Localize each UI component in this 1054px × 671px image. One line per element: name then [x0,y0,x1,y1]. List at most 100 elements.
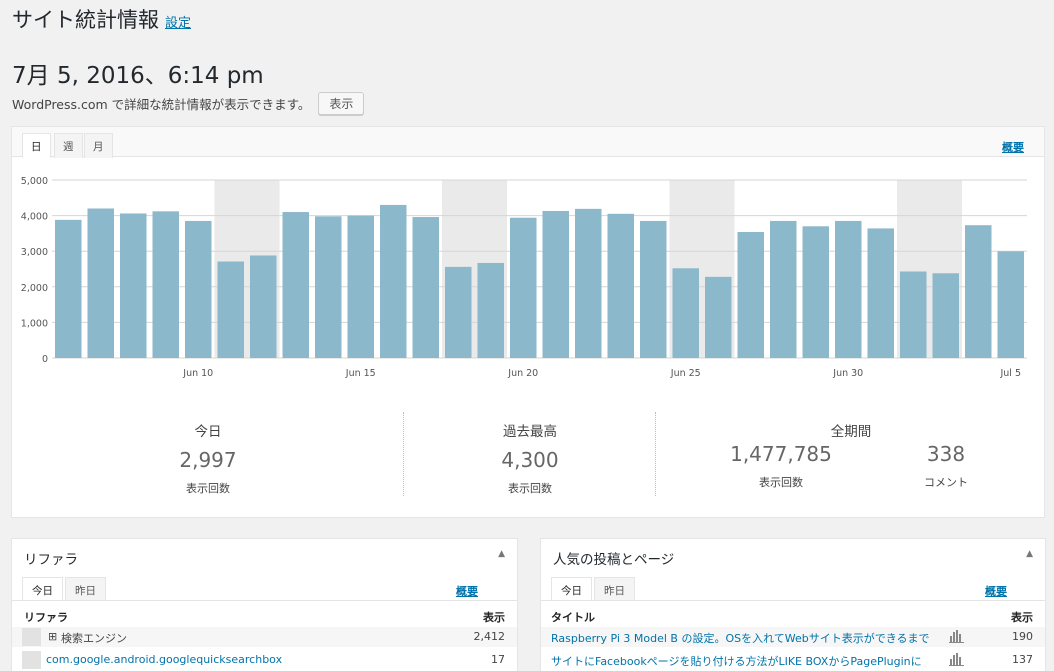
notice: WordPress.com で詳細な統計情報が表示できます。 表示 [12,92,365,115]
stats-chart-icon[interactable] [949,652,964,666]
table-row: com.google.android.googlequicksearchbox … [12,650,517,670]
bar [445,266,472,358]
bar [672,268,699,358]
kpi-today-unit: 表示回数 [186,482,230,495]
referrer-link[interactable]: com.google.android.googlequicksearchbox [46,653,282,666]
kpi-all-views-value: 1,477,785 [730,442,832,466]
x-tick-label: Jul 5 [999,368,1021,379]
bar [347,215,374,358]
kpi-all-comments: 338 コメント [891,434,1001,490]
bar [315,216,342,358]
bar [217,261,244,358]
bar [510,217,537,358]
x-tick-label: Jun 30 [832,368,863,379]
collapse-arrow-icon[interactable]: ▲ [1026,549,1033,559]
bar [997,251,1024,358]
stats-chart-icon[interactable] [949,629,964,643]
referrers-summary-link[interactable]: 概要 [456,583,478,599]
settings-link[interactable]: 設定 [165,12,191,31]
referrers-title: リファラ [24,552,78,568]
x-tick-label: Jun 25 [670,368,701,379]
kpi-today-title: 今日 [194,424,222,440]
bar [770,220,797,358]
page-header: サイト統計情報 設定 [12,4,191,34]
bar [380,204,407,358]
bar [575,208,602,358]
kpi-best-title: 過去最高 [503,424,557,440]
post-views: 137 [1012,653,1033,666]
bar [55,219,82,358]
x-tick-label: Jun 20 [507,368,538,379]
views-chart: 5,000 4,000 3,000 2,000 1,000 0 Jun 10 Jun 15 Ju… [21,176,1027,379]
referrer-views: 17 [491,653,505,666]
tab-yesterday[interactable]: 昨日 [65,577,106,601]
bar [152,211,179,358]
kpi-all-time: 全期間 1,477,785 表示回数 338 コメント [656,412,1046,502]
table-row: サイトにFacebookページを貼り付ける方法がLIKE BOXからPagePl… [541,650,1045,670]
col-title: タイトル [551,611,595,624]
tab-today[interactable]: 今日 [22,577,63,601]
bar [120,213,147,358]
kpi-best-unit: 表示回数 [508,482,552,495]
divider [541,600,1045,601]
stats-panel: 日 週 月 概要 5,000 4,000 3,000 2,000 1,000 0 Jun 1… [11,126,1045,518]
referrer-label: 検索エンジン [61,632,127,645]
y-tick-label: 5,000 [21,176,48,187]
bar [802,226,829,358]
bar [250,255,277,358]
bar [542,210,569,358]
tab-month[interactable]: 月 [84,133,113,158]
kpi-all-comments-value: 338 [926,442,966,466]
kpi-all-views-unit: 表示回数 [759,476,803,489]
period-tabs: 日 週 月 概要 [12,127,1044,158]
collapse-arrow-icon[interactable]: ▲ [498,549,505,559]
kpi-section: 今日 2,997 表示回数 過去最高 4,300 表示回数 全期間 1,477,… [12,412,1044,502]
summary-link[interactable]: 概要 [1002,139,1024,155]
bar [412,217,439,358]
post-link[interactable]: Raspberry Pi 3 Model B の設定。OSを入れてWebサイト表… [551,630,930,646]
bar [640,220,667,358]
bar [835,220,862,358]
table-row: Raspberry Pi 3 Model B の設定。OSを入れてWebサイト表… [541,627,1045,647]
x-tick-label: Jun 10 [182,368,213,379]
post-link[interactable]: サイトにFacebookページを貼り付ける方法がLIKE BOXからPagePl… [551,653,922,669]
popular-box: 人気の投稿とページ ▲ 今日 昨日 概要 タイトル 表示 Raspberry P… [540,538,1046,671]
bar [705,276,732,358]
table-row: ⊞ 検索エンジン 2,412 [12,627,517,647]
bar [932,273,959,358]
x-tick-label: Jun 15 [345,368,376,379]
kpi-best-value: 4,300 [501,448,559,472]
show-button[interactable]: 表示 [318,92,365,115]
y-tick-label: 2,000 [21,283,48,294]
popular-tabs: 今日 昨日 [551,577,637,601]
col-views: 表示 [483,611,505,624]
bar [477,262,504,358]
col-views: 表示 [1011,611,1033,624]
page-title: サイト統計情報 [12,8,159,32]
y-tick-label: 0 [42,354,48,365]
favicon [22,628,41,646]
favicon [22,651,41,669]
y-tick-label: 1,000 [21,318,48,329]
tab-day[interactable]: 日 [22,133,51,158]
post-views: 190 [1012,630,1033,643]
expand-icon[interactable]: ⊞ [48,630,57,643]
y-tick-label: 3,000 [21,247,48,258]
bar [87,208,114,358]
bar [737,231,764,358]
kpi-today-value: 2,997 [179,448,237,472]
divider [12,600,517,601]
popular-title: 人気の投稿とページ [553,552,675,568]
notice-text: WordPress.com で詳細な統計情報が表示できます。 [12,97,311,112]
tab-today[interactable]: 今日 [551,577,592,601]
bar [185,220,212,358]
tab-yesterday[interactable]: 昨日 [594,577,635,601]
popular-summary-link[interactable]: 概要 [985,583,1007,599]
referrers-box: リファラ ▲ 今日 昨日 概要 リファラ 表示 ⊞ 検索エンジン 2,412 c… [11,538,518,671]
bar [965,225,992,358]
bar [900,271,927,358]
bar [282,212,309,358]
referrer-views: 2,412 [473,630,506,643]
kpi-all-comments-unit: コメント [924,476,968,489]
tab-week[interactable]: 週 [54,133,83,158]
